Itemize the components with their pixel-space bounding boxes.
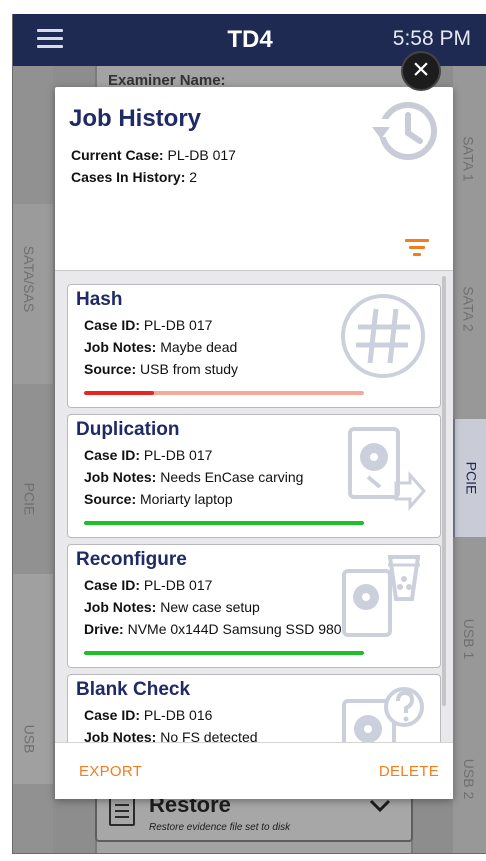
job-case-id: Case ID: PL-DB 017 <box>84 577 213 593</box>
close-icon[interactable]: × <box>401 51 441 91</box>
restore-subtitle: Restore evidence file set to disk <box>149 822 291 833</box>
job-notes: Job Notes: No FS detected <box>84 729 258 742</box>
job-case-id: Case ID: PL-DB 017 <box>84 447 213 463</box>
delete-button[interactable]: DELETE <box>379 763 439 780</box>
progress-bar <box>84 651 364 655</box>
right-tab-usb2[interactable]: USB 2 <box>453 714 485 844</box>
history-icon <box>372 102 437 160</box>
job-source: Source: USB from study <box>84 361 239 377</box>
job-notes: Job Notes: Maybe dead <box>84 339 238 355</box>
right-tab-usb1[interactable]: USB 1 <box>453 574 485 704</box>
job-notes: Job Notes: New case setup <box>84 599 260 615</box>
job-case-id: Case ID: PL-DB 016 <box>84 707 213 723</box>
disk-reconfigure-icon <box>342 555 421 637</box>
cases-in-history-line: Cases In History: 2 <box>71 169 198 185</box>
left-tab-sata-sas[interactable]: SATA/SAS <box>13 214 45 344</box>
job-card-duplication[interactable]: Duplication Case ID: PL-DB 017 Job Notes… <box>67 414 441 538</box>
clock-time: 5:58 PM <box>392 27 471 50</box>
job-title: Hash <box>76 289 123 310</box>
left-tab-usb[interactable]: USB <box>13 674 45 804</box>
export-button[interactable]: EXPORT <box>79 763 142 780</box>
job-title: Duplication <box>76 419 180 440</box>
disk-question-icon <box>342 687 424 742</box>
progress-bar <box>84 391 364 395</box>
right-tab-sata2[interactable]: SATA 2 <box>453 244 485 374</box>
job-title: Reconfigure <box>76 549 187 570</box>
current-case-line: Current Case: PL-DB 017 <box>71 147 236 163</box>
right-tab-pcie[interactable]: PCIE <box>453 419 486 537</box>
right-tab-sata1[interactable]: SATA 1 <box>453 94 485 224</box>
dialog-footer: EXPORT DELETE <box>55 742 453 799</box>
progress-fill <box>84 651 364 655</box>
dialog-title: Job History <box>69 105 202 132</box>
job-case-id: Case ID: PL-DB 017 <box>84 317 213 333</box>
job-title: Blank Check <box>76 679 191 700</box>
hash-icon <box>341 294 425 378</box>
job-drive: Drive: NVMe 0x144D Samsung SSD 980 <box>84 621 342 637</box>
filter-icon[interactable] <box>405 239 429 259</box>
progress-fill <box>84 521 364 525</box>
job-card-hash[interactable]: Hash Case ID: PL-DB 017 Job Notes: Maybe… <box>67 284 441 408</box>
progress-fill <box>84 391 154 395</box>
job-card-reconfigure[interactable]: Reconfigure Case ID: PL-DB 017 Job Notes… <box>67 544 441 668</box>
chevron-down-icon[interactable] <box>369 796 391 819</box>
progress-bar <box>84 521 364 525</box>
scrollbar[interactable] <box>442 276 446 706</box>
device-screen: TD4 5:58 PM SATA/SAS PCIE USB Examiner N… <box>12 14 486 854</box>
left-tab-pcie[interactable]: PCIE <box>13 434 45 564</box>
job-notes: Job Notes: Needs EnCase carving <box>84 469 304 485</box>
disk-duplicate-icon <box>348 427 426 511</box>
job-history-dialog: Job History Current Case: PL-DB 017 Case… <box>55 87 453 799</box>
job-list[interactable]: Hash Case ID: PL-DB 017 Job Notes: Maybe… <box>55 270 453 742</box>
job-card-blank-check[interactable]: Blank Check Case ID: PL-DB 016 Job Notes… <box>67 674 441 742</box>
job-source: Source: Moriarty laptop <box>84 491 233 507</box>
